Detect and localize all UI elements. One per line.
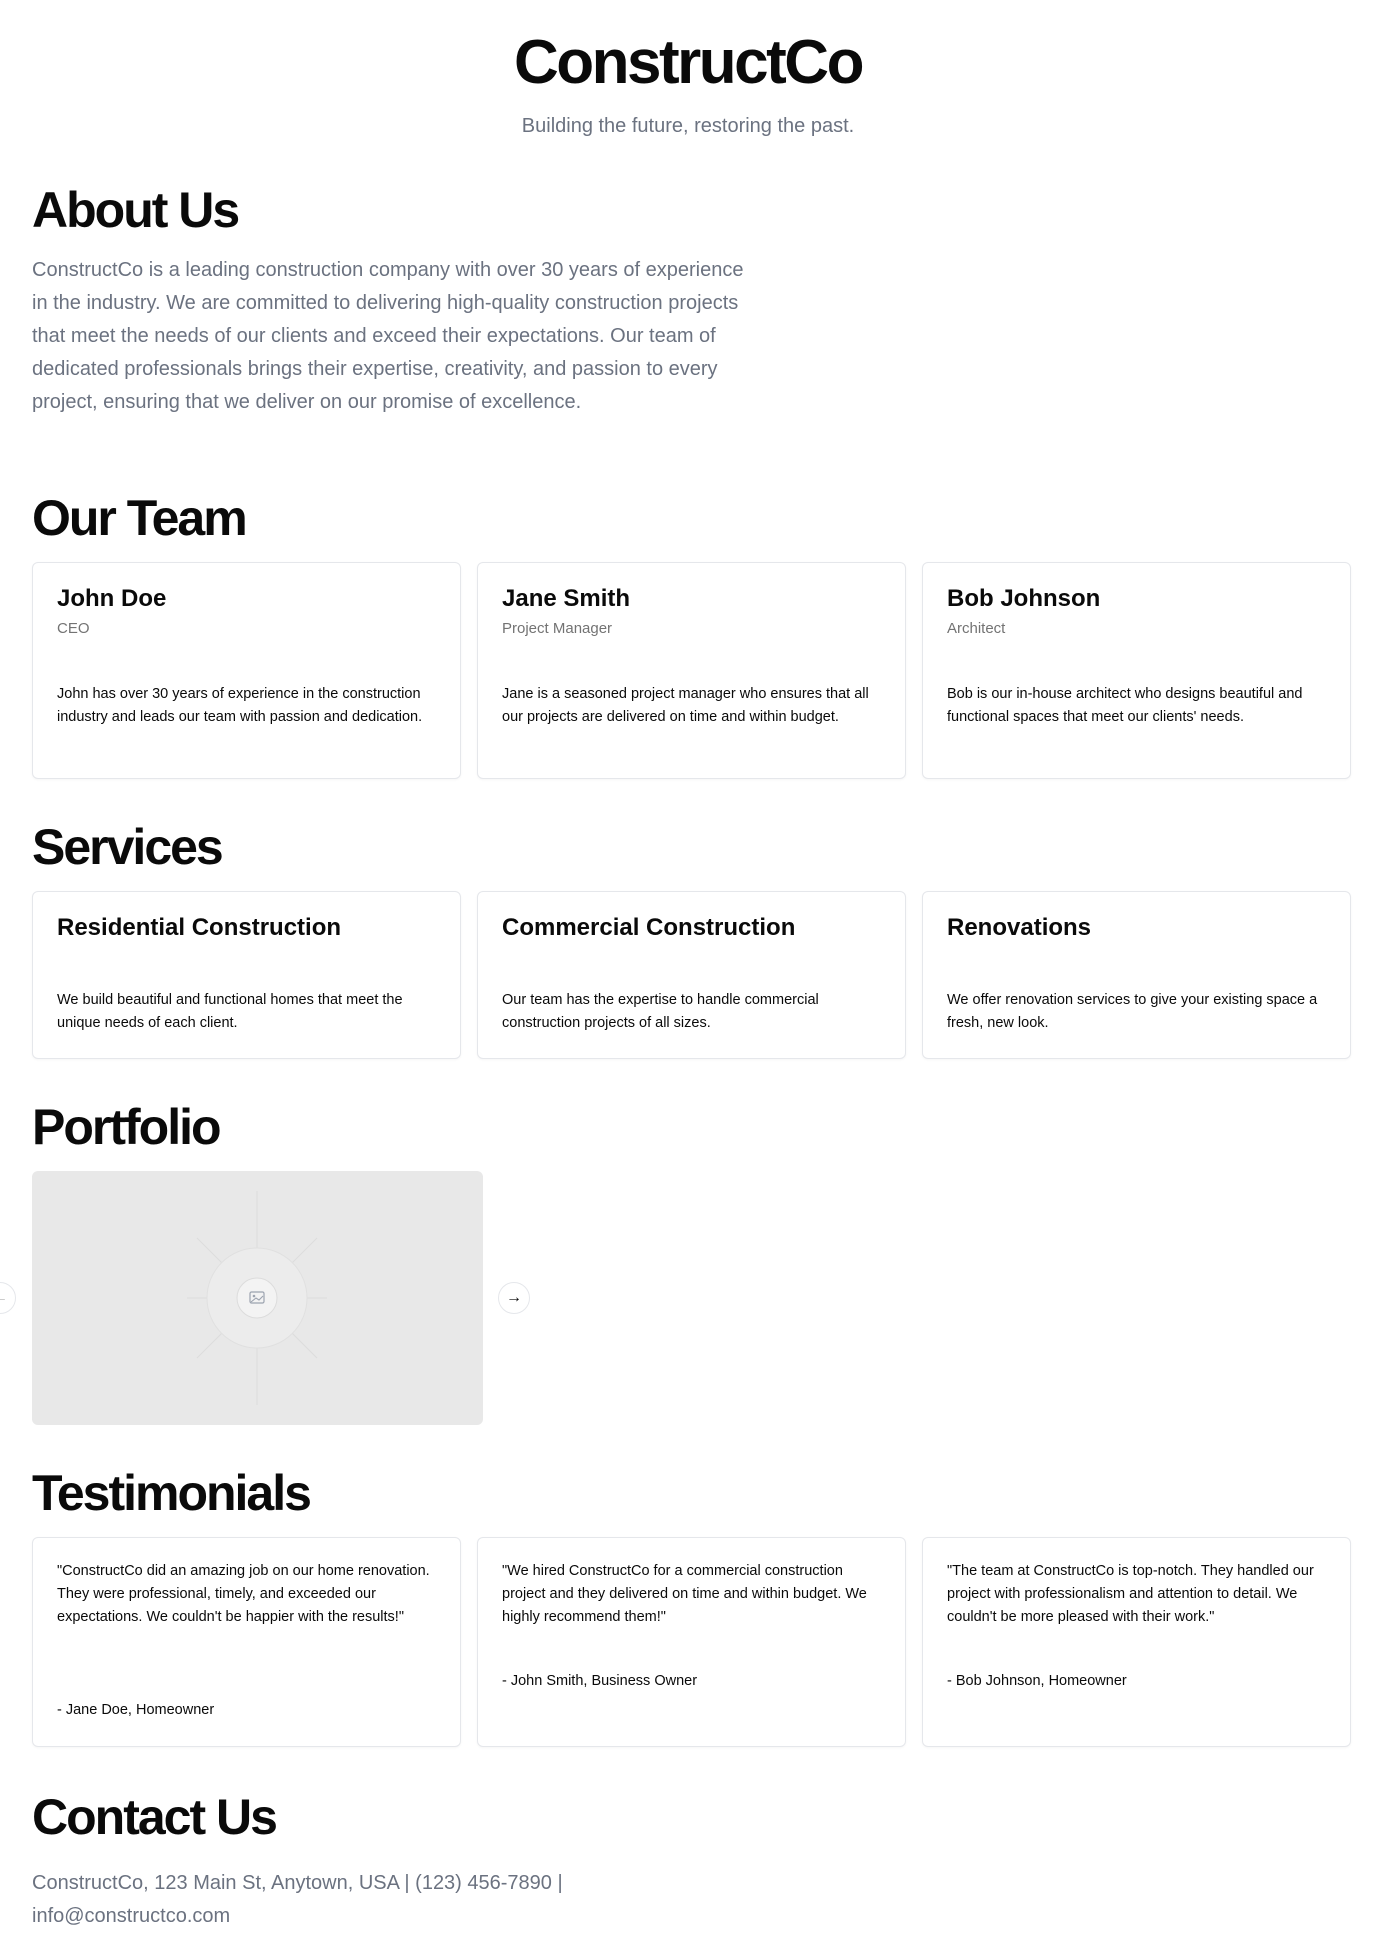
team-member-role: Project Manager bbox=[502, 619, 613, 637]
service-description: We offer renovation services to give you… bbox=[947, 991, 1318, 1031]
testimonials-title: Testimonials bbox=[32, 1465, 312, 1521]
service-card: Residential Construction We build beauti… bbox=[32, 891, 461, 1059]
team-card: Jane Smith Project Manager Jane is a sea… bbox=[477, 562, 906, 779]
contact-title: Contact Us bbox=[32, 1789, 278, 1845]
team-member-name: Jane Smith bbox=[502, 585, 631, 612]
testimonial-author: - Jane Doe, Homeowner bbox=[57, 1702, 215, 1718]
service-name: Residential Construction bbox=[57, 914, 342, 941]
portfolio-carousel: ← → bbox=[0, 1171, 1352, 1425]
portfolio-slide[interactable] bbox=[32, 1171, 483, 1425]
team-card: Bob Johnson Architect Bob is our in-hous… bbox=[922, 562, 1351, 779]
testimonials-section: Testimonials "ConstructCo did an amazing… bbox=[32, 1466, 1352, 1747]
portfolio-section: Portfolio ← → bbox=[0, 1099, 1352, 1425]
team-member-bio: Bob is our in-house architect who design… bbox=[947, 685, 1303, 725]
brand-tagline: Building the future, restoring the past. bbox=[521, 115, 855, 138]
service-card: Renovations We offer renovation services… bbox=[922, 891, 1351, 1059]
services-grid: Residential Construction We build beauti… bbox=[32, 891, 1352, 1059]
carousel-next-button[interactable]: → bbox=[498, 1282, 530, 1314]
testimonial-author: - Bob Johnson, Homeowner bbox=[947, 1673, 1127, 1689]
contact-section: Contact Us ConstructCo, 123 Main St, Any… bbox=[32, 1790, 1352, 1933]
carousel-prev-button[interactable]: ← bbox=[0, 1282, 16, 1314]
team-card: John Doe CEO John has over 30 years of e… bbox=[32, 562, 461, 779]
portfolio-title: Portfolio bbox=[32, 1099, 222, 1155]
testimonial-card: "We hired ConstructCo for a commercial c… bbox=[477, 1537, 906, 1747]
image-placeholder-graphic bbox=[187, 1191, 327, 1405]
testimonial-quote: "The team at ConstructCo is top-notch. T… bbox=[947, 1563, 1314, 1625]
arrow-left-icon: ← bbox=[0, 1289, 8, 1306]
about-title: About Us bbox=[32, 182, 240, 238]
team-member-bio: Jane is a seasoned project manager who e… bbox=[502, 685, 869, 725]
team-title: Our Team bbox=[32, 490, 248, 546]
service-description: Our team has the expertise to handle com… bbox=[502, 991, 819, 1031]
team-member-name: John Doe bbox=[57, 585, 167, 612]
service-card: Commercial Construction Our team has the… bbox=[477, 891, 906, 1059]
testimonial-card: "The team at ConstructCo is top-notch. T… bbox=[922, 1537, 1351, 1747]
team-grid: John Doe CEO John has over 30 years of e… bbox=[32, 562, 1352, 779]
site-header: ConstructCo Building the future, restori… bbox=[0, 0, 1376, 138]
services-section: Services Residential Construction We bui… bbox=[32, 820, 1352, 1059]
about-text: ConstructCo is a leading construction co… bbox=[32, 259, 744, 413]
testimonial-quote: "ConstructCo did an amazing job on our h… bbox=[57, 1563, 430, 1625]
brand-title: ConstructCo bbox=[514, 28, 864, 97]
testimonial-card: "ConstructCo did an amazing job on our h… bbox=[32, 1537, 461, 1747]
services-title: Services bbox=[32, 819, 224, 875]
team-member-bio: John has over 30 years of experience in … bbox=[57, 685, 423, 725]
service-description: We build beautiful and functional homes … bbox=[57, 991, 403, 1031]
service-name: Renovations bbox=[947, 914, 1092, 941]
about-section: About Us ConstructCo is a leading constr… bbox=[32, 183, 1352, 419]
testimonial-quote: "We hired ConstructCo for a commercial c… bbox=[502, 1563, 867, 1625]
team-member-role: CEO bbox=[57, 619, 90, 637]
team-member-name: Bob Johnson bbox=[947, 585, 1101, 612]
team-member-role: Architect bbox=[947, 619, 1006, 637]
team-section: Our Team John Doe CEO John has over 30 y… bbox=[32, 491, 1352, 779]
contact-text: ConstructCo, 123 Main St, Anytown, USA |… bbox=[32, 1872, 563, 1927]
testimonial-author: - John Smith, Business Owner bbox=[502, 1673, 698, 1689]
arrow-right-icon: → bbox=[506, 1289, 522, 1306]
testimonials-grid: "ConstructCo did an amazing job on our h… bbox=[32, 1537, 1352, 1747]
service-name: Commercial Construction bbox=[502, 914, 796, 941]
